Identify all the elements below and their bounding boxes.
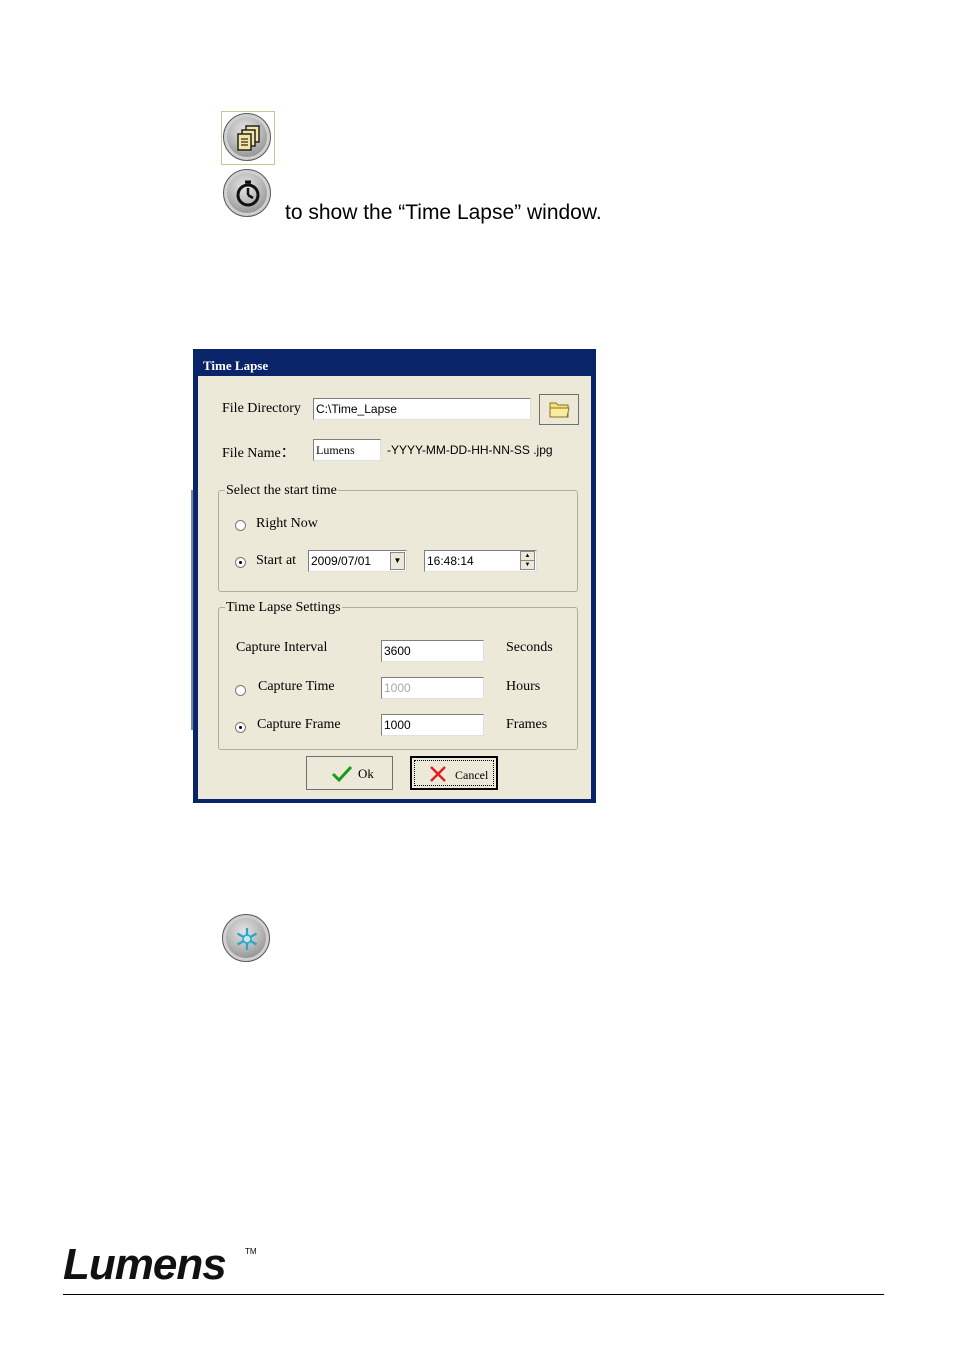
dialog-left-edge-artifact: [191, 490, 194, 730]
stacked-pages-icon[interactable]: [223, 113, 271, 161]
capture-frame-label[interactable]: Capture Frame: [257, 717, 341, 733]
start-date-value: 2009/07/01: [311, 554, 372, 568]
folder-icon: [549, 402, 570, 418]
file-directory-label: File Directory: [222, 401, 301, 416]
start-time-group-title: Select the start time: [225, 483, 338, 499]
capture-time-unit: Hours: [506, 679, 541, 694]
start-at-radio[interactable]: [235, 557, 246, 568]
dialog-title: Time Lapse: [203, 358, 269, 373]
start-time-group: [218, 490, 578, 592]
checkmark-icon: [331, 765, 353, 783]
capture-time-input[interactable]: 1000: [381, 677, 484, 699]
snowflake-icon[interactable]: [222, 914, 270, 962]
right-now-radio[interactable]: [235, 520, 246, 531]
right-now-label[interactable]: Right Now: [256, 516, 318, 532]
trademark-mark: TM: [245, 1247, 257, 1256]
browse-folder-button[interactable]: [539, 394, 579, 425]
capture-frame-unit: Frames: [506, 717, 548, 732]
capture-time-label[interactable]: Capture Time: [258, 679, 335, 695]
time-lapse-settings-title: Time Lapse Settings: [225, 600, 342, 616]
instruction-text: to show the “Time Lapse” window.: [285, 201, 602, 224]
capture-interval-unit: Seconds: [506, 640, 553, 655]
dialog-titlebar[interactable]: Time Lapse: [194, 350, 595, 376]
cancel-button[interactable]: Cancel: [410, 756, 498, 790]
ok-label: Ok: [358, 766, 374, 781]
start-at-label[interactable]: Start at: [256, 553, 296, 569]
footer-rule: [63, 1294, 884, 1295]
file-name-input[interactable]: Lumens: [313, 439, 381, 461]
lumens-logo: Lumens: [63, 1240, 227, 1289]
capture-interval-input[interactable]: 3600: [381, 640, 484, 662]
time-lapse-dialog: Time Lapse File Directory C:\Time_Lapse …: [193, 349, 596, 803]
timer-icon[interactable]: [223, 169, 271, 217]
capture-interval-label: Capture Interval: [236, 640, 328, 655]
dialog-frame-left: [194, 376, 198, 802]
capture-frame-input[interactable]: 1000: [381, 714, 484, 736]
capture-frame-radio[interactable]: [235, 722, 246, 733]
cancel-label: Cancel: [455, 768, 489, 782]
file-name-suffix: -YYYY-MM-DD-HH-NN-SS .jpg: [387, 443, 553, 457]
start-time-value: 16:48:14: [427, 554, 474, 568]
time-spin-down-button[interactable]: ▼: [520, 560, 535, 570]
file-directory-input[interactable]: C:\Time_Lapse: [313, 398, 531, 420]
date-dropdown-button[interactable]: ▼: [390, 552, 405, 570]
dialog-frame-right: [591, 376, 595, 802]
dialog-frame-bottom: [194, 799, 595, 802]
ok-button[interactable]: Ok: [306, 756, 393, 790]
file-name-label: File Name：: [222, 446, 295, 461]
capture-time-radio[interactable]: [235, 685, 246, 696]
close-icon: [430, 766, 446, 782]
